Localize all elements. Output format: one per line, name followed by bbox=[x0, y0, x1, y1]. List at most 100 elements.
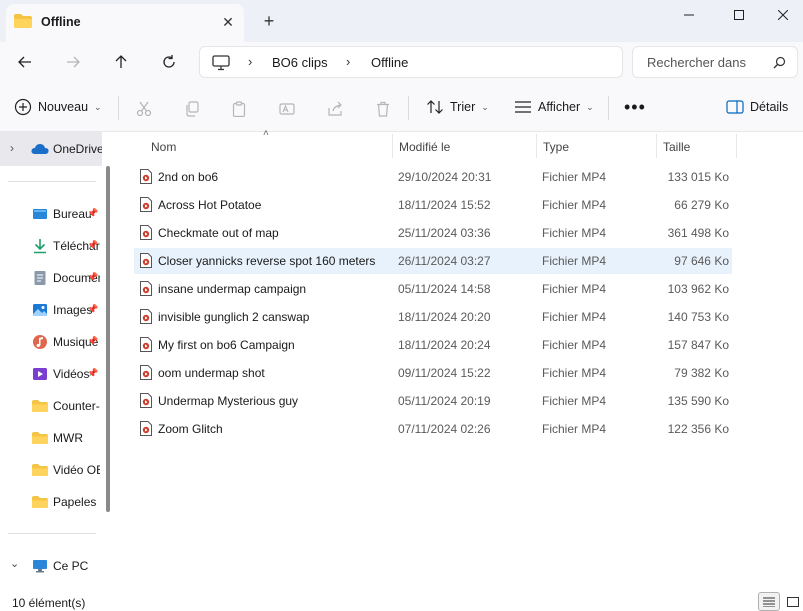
tiles-view-button[interactable] bbox=[782, 592, 803, 611]
share-button[interactable] bbox=[326, 100, 344, 118]
copy-button[interactable] bbox=[183, 100, 201, 118]
title-bar: Offline ✕ + bbox=[0, 0, 803, 42]
column-divider[interactable] bbox=[736, 134, 737, 158]
file-size: 122 356 Ko bbox=[667, 422, 729, 436]
details-button[interactable]: Détails bbox=[726, 96, 788, 118]
sidebar-item-music[interactable]: Musique 📌 bbox=[0, 329, 102, 355]
sidebar-item-images[interactable]: Images 📌 bbox=[0, 297, 102, 323]
details-view-button[interactable] bbox=[758, 592, 780, 611]
file-name: oom undermap shot bbox=[158, 366, 265, 380]
sidebar-item-onedrive[interactable]: › OneDrive bbox=[0, 132, 102, 166]
breadcrumb-item[interactable]: BO6 clips bbox=[272, 55, 328, 70]
file-name: Undermap Mysterious guy bbox=[158, 394, 299, 408]
close-tab-icon[interactable]: ✕ bbox=[220, 14, 236, 30]
column-divider[interactable] bbox=[656, 134, 657, 158]
column-header-size[interactable]: Taille bbox=[663, 140, 690, 154]
sidebar-item-label: Bureau bbox=[53, 207, 92, 221]
new-button[interactable]: Nouveau ⌄ bbox=[14, 96, 102, 118]
view-button[interactable]: Afficher ⌄ bbox=[514, 96, 594, 118]
rename-button[interactable] bbox=[278, 100, 296, 118]
breadcrumb-item[interactable]: Offline bbox=[371, 55, 408, 70]
table-row[interactable]: Undermap Mysterious guy 05/11/2024 20:19 F… bbox=[134, 388, 732, 414]
table-row[interactable]: 2nd on bo6 29/10/2024 20:31 Fichier MP4 133… bbox=[134, 164, 732, 190]
chevron-down-icon: ⌄ bbox=[586, 101, 594, 112]
sidebar-item-desktop[interactable]: Bureau 📌 bbox=[0, 201, 102, 227]
column-header-name[interactable]: Nom bbox=[151, 140, 176, 154]
column-header-modified[interactable]: Modifié le bbox=[399, 140, 450, 154]
cloud-icon bbox=[31, 144, 49, 154]
sidebar-item-label: MWR bbox=[53, 431, 83, 445]
navigation-bar: › BO6 clips › Offline bbox=[0, 42, 803, 82]
file-size: 79 382 Ko bbox=[674, 366, 729, 380]
command-bar: Nouveau ⌄ Trier ⌄ Afficher ⌄ ••• Détails bbox=[0, 82, 803, 132]
rename-icon bbox=[279, 103, 295, 115]
sidebar-item-folder[interactable]: Counter- bbox=[0, 393, 102, 419]
refresh-button[interactable] bbox=[157, 51, 181, 73]
table-row[interactable]: My first on bo6 Campaign 18/11/2024 20:24… bbox=[134, 332, 732, 358]
minimize-icon bbox=[684, 14, 694, 16]
share-icon bbox=[328, 101, 342, 116]
arrow-right-icon bbox=[67, 56, 80, 68]
close-window-button[interactable] bbox=[760, 0, 803, 30]
delete-button[interactable] bbox=[374, 100, 392, 118]
monitor-icon bbox=[212, 55, 230, 71]
sidebar-item-documents[interactable]: Documents 📌 bbox=[0, 265, 102, 291]
back-button[interactable] bbox=[13, 51, 37, 73]
copy-icon bbox=[186, 101, 199, 117]
file-modified: 18/11/2024 20:24 bbox=[398, 338, 491, 352]
pin-icon: 📌 bbox=[87, 208, 99, 218]
details-label: Détails bbox=[750, 100, 789, 114]
sidebar-divider bbox=[8, 533, 96, 534]
chevron-down-icon: ⌄ bbox=[10, 558, 20, 570]
table-row[interactable]: Zoom Glitch 07/11/2024 02:26 Fichier MP4 12… bbox=[134, 416, 732, 442]
cut-button[interactable] bbox=[135, 100, 153, 118]
sidebar-item-this-pc[interactable]: ⌄ Ce PC bbox=[0, 553, 102, 579]
table-row[interactable]: Across Hot Potatoe 18/11/2024 15:52 Fichie… bbox=[134, 192, 732, 218]
video-icon bbox=[33, 368, 47, 380]
file-size: 135 590 Ko bbox=[667, 394, 729, 408]
file-size: 157 847 Ko bbox=[667, 338, 729, 352]
table-row[interactable]: oom undermap shot 09/11/2024 15:22 Fichier… bbox=[134, 360, 732, 386]
search-input[interactable] bbox=[647, 55, 767, 70]
sort-label: Trier bbox=[450, 100, 476, 114]
file-size: 361 498 Ko bbox=[667, 226, 729, 240]
column-header-type[interactable]: Type bbox=[543, 140, 569, 154]
video-file-icon bbox=[140, 393, 152, 408]
sidebar-item-videos[interactable]: Vidéos 📌 bbox=[0, 361, 102, 387]
address-bar[interactable]: › BO6 clips › Offline bbox=[199, 46, 623, 78]
sidebar-item-folder[interactable]: MWR bbox=[0, 425, 102, 451]
minimize-button[interactable] bbox=[666, 0, 712, 30]
file-type: Fichier MP4 bbox=[542, 422, 607, 436]
music-icon bbox=[33, 335, 47, 349]
table-row[interactable]: Closer yannicks reverse spot 160 meters 2… bbox=[134, 248, 732, 274]
column-divider[interactable] bbox=[536, 134, 537, 158]
toolbar-divider bbox=[608, 96, 609, 120]
sort-button[interactable]: Trier ⌄ bbox=[426, 96, 489, 118]
video-file-icon bbox=[140, 337, 152, 352]
tab-offline[interactable]: Offline ✕ bbox=[6, 4, 244, 42]
sidebar-item-folder[interactable]: Papeles bbox=[0, 489, 102, 515]
sidebar-scrollbar[interactable] bbox=[106, 166, 110, 512]
document-icon bbox=[34, 271, 46, 285]
table-row[interactable]: insane undermap campaign 05/11/2024 14:58… bbox=[134, 276, 732, 302]
sidebar-item-label: Vidéos bbox=[53, 367, 90, 381]
scissors-icon bbox=[136, 101, 152, 117]
sidebar-item-folder[interactable]: Vidéo OB bbox=[0, 457, 102, 483]
search-box[interactable] bbox=[632, 46, 798, 78]
column-divider[interactable] bbox=[392, 134, 393, 158]
file-name: Checkmate out of map bbox=[158, 226, 279, 240]
video-file-icon bbox=[140, 281, 152, 296]
forward-button[interactable] bbox=[61, 51, 85, 73]
paste-button[interactable] bbox=[230, 100, 248, 118]
chevron-down-icon: ⌄ bbox=[481, 101, 489, 112]
up-button[interactable] bbox=[109, 51, 133, 73]
maximize-button[interactable] bbox=[716, 0, 762, 30]
more-options-icon[interactable]: ••• bbox=[624, 96, 646, 118]
sidebar-item-downloads[interactable]: Téléchargements 📌 bbox=[0, 233, 102, 259]
folder-icon bbox=[32, 496, 48, 508]
table-row[interactable]: Checkmate out of map 25/11/2024 03:36 Fich… bbox=[134, 220, 732, 246]
tab-title: Offline bbox=[41, 15, 81, 29]
table-row[interactable]: invisible gunglich 2 canswap 18/11/2024 2… bbox=[134, 304, 732, 330]
file-name: invisible gunglich 2 canswap bbox=[158, 310, 310, 324]
new-tab-button[interactable]: + bbox=[258, 10, 280, 32]
